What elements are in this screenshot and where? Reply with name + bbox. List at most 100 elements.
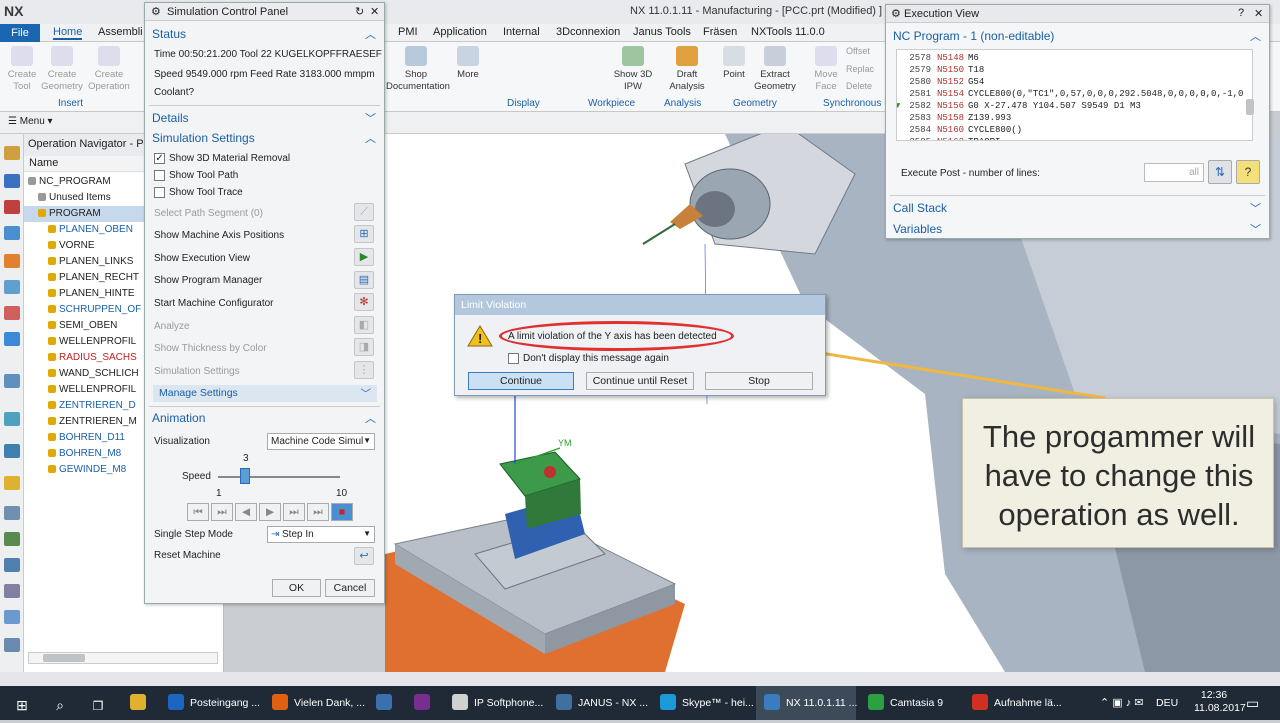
tab-home[interactable]: Home xyxy=(53,26,83,40)
stop-icon[interactable]: ■ xyxy=(331,503,353,521)
visualization-select[interactable]: Machine Code Simul ▼ xyxy=(267,433,375,450)
hd3d-icon[interactable] xyxy=(4,306,20,320)
extract-geometry-button[interactable]: Extract Geometry xyxy=(752,46,798,93)
nc-line[interactable]: 2578 N5148 M6 xyxy=(897,52,978,64)
play-icon[interactable]: ▶ xyxy=(259,503,281,521)
nc-line[interactable]: 2583 N5158 Z139.993 xyxy=(897,112,1011,124)
taskbar-item[interactable]: Skype™ - hei... xyxy=(652,686,754,720)
point-button[interactable]: Point xyxy=(718,46,750,81)
create-tool-button[interactable]: Create Tool xyxy=(4,46,40,93)
execution-view-icon[interactable]: ▶ xyxy=(354,248,374,266)
show-tool-trace-checkbox[interactable] xyxy=(154,187,165,198)
show-program-manager[interactable]: Show Program Manager xyxy=(154,275,262,286)
notification-icon[interactable]: ▭ xyxy=(1246,686,1259,720)
rewind-start-icon[interactable]: ⏮ xyxy=(187,503,209,521)
manage-settings-section[interactable]: Manage Settings ﹀ xyxy=(153,385,377,402)
language-indicator[interactable]: DEU xyxy=(1156,686,1178,720)
process-studio-icon[interactable] xyxy=(4,444,20,458)
reuse-library-icon[interactable] xyxy=(4,280,20,294)
tab-fraesen[interactable]: Fräsen xyxy=(703,26,737,38)
simulation-settings-section[interactable]: Simulation Settings ︿ xyxy=(145,129,384,147)
reset-icon[interactable]: ↻ xyxy=(355,5,364,18)
tab-file[interactable]: File xyxy=(0,24,40,42)
manufacturing-wizard-icon[interactable] xyxy=(4,532,20,546)
assembly-navigator-icon[interactable] xyxy=(4,146,20,160)
nc-line[interactable]: 2585 N5162 TRAORI xyxy=(897,136,1000,140)
tab-assemblies[interactable]: Assembli xyxy=(98,26,143,38)
speed-slider-track[interactable] xyxy=(218,476,340,478)
single-step-select[interactable]: ⇥ Step In ▼ xyxy=(267,526,375,543)
close-icon[interactable]: ✕ xyxy=(370,5,379,18)
palette-icon[interactable] xyxy=(4,558,20,572)
system-materials-icon[interactable] xyxy=(4,412,20,426)
tab-application[interactable]: Application xyxy=(433,26,487,38)
history-icon[interactable] xyxy=(4,374,20,388)
tab-nxtools[interactable]: NXTools 11.0.0 xyxy=(751,26,825,38)
variables-section[interactable]: Variables ﹀ xyxy=(886,220,1269,238)
step-back-icon[interactable]: ⏭ xyxy=(211,503,233,521)
taskbar-item[interactable]: Posteingang ... xyxy=(160,686,260,720)
nc-line[interactable]: ▼ 2582 N5156G0 X-27.478 Y104.507 S9549 D1 … xyxy=(897,100,1141,112)
operation-navigator-icon[interactable] xyxy=(4,226,20,240)
select-path-icon[interactable]: ⟋ xyxy=(354,203,374,221)
show-3d-ipw-button[interactable]: Show 3D IPW xyxy=(612,46,654,93)
show-3d-material-removal-checkbox[interactable]: ✓ xyxy=(154,153,165,164)
roles-icon[interactable] xyxy=(4,476,20,490)
step-forward-icon[interactable]: ⏭ xyxy=(283,503,305,521)
nc-line[interactable]: 2580 N5152 G54 xyxy=(897,76,984,88)
taskbar-item[interactable]: Vielen Dank, ... xyxy=(264,686,365,720)
ok-button[interactable]: OK xyxy=(272,579,321,597)
show-tool-path-checkbox[interactable] xyxy=(154,170,165,181)
shop-documentation-button[interactable]: Shop Documentation xyxy=(386,46,450,93)
speed-slider-thumb[interactable] xyxy=(239,468,250,484)
details-section[interactable]: Details ﹀ xyxy=(145,109,384,127)
stop-button[interactable]: Stop xyxy=(705,372,813,390)
machine-tool-icon[interactable] xyxy=(4,254,20,268)
delete-button[interactable]: Delete xyxy=(846,81,872,91)
post-lines-input[interactable]: all xyxy=(1144,163,1204,182)
menu-button[interactable]: ☰ Menu ▾ xyxy=(8,116,53,127)
axis-positions-icon[interactable]: ⊞ xyxy=(354,225,374,243)
web-browser-icon[interactable] xyxy=(4,332,20,346)
continue-until-reset-button[interactable]: Continue until Reset xyxy=(586,372,694,390)
create-operation-button[interactable]: Create Operation xyxy=(86,46,132,93)
taskbar-item[interactable] xyxy=(406,686,440,720)
offset-button[interactable]: Offset xyxy=(846,46,870,56)
clock[interactable]: 12:36 11.08.2017 xyxy=(1194,689,1246,723)
call-stack-section[interactable]: Call Stack ﹀ xyxy=(886,199,1269,217)
draft-analysis-button[interactable]: Draft Analysis xyxy=(664,46,710,93)
show-execution-view[interactable]: Show Execution View xyxy=(154,253,250,264)
program-manager-icon[interactable]: ▤ xyxy=(354,271,374,289)
help-icon[interactable]: ? xyxy=(1238,7,1244,19)
nc-program-section[interactable]: NC Program - 1 (non-editable) ︿ xyxy=(886,27,1269,45)
taskbar-item[interactable] xyxy=(368,686,402,720)
taskbar-item[interactable]: ❐ xyxy=(82,686,116,720)
constraint-navigator-icon[interactable] xyxy=(4,174,20,188)
show-machine-axis-positions[interactable]: Show Machine Axis Positions xyxy=(154,230,284,241)
move-face-button[interactable]: Move Face xyxy=(810,46,842,93)
nc-line[interactable]: 2584 N5160 CYCLE800() xyxy=(897,124,1022,136)
nc-line[interactable]: 2579 N5150 T18 xyxy=(897,64,984,76)
taskbar-item[interactable]: JANUS - NX ... xyxy=(548,686,648,720)
nc-scroll-thumb[interactable] xyxy=(1246,99,1254,115)
part-navigator-icon[interactable] xyxy=(4,200,20,214)
machine-configurator-icon[interactable]: ✻ xyxy=(354,293,374,311)
taskbar-item[interactable]: ⊞ xyxy=(6,686,40,720)
taskbar-item[interactable] xyxy=(122,686,156,720)
help-question-icon[interactable]: ? xyxy=(1236,160,1260,184)
close-icon[interactable]: ✕ xyxy=(1254,7,1263,20)
reset-machine-icon[interactable]: ↩ xyxy=(354,547,374,565)
tab-pmi[interactable]: PMI xyxy=(398,26,418,38)
tab-internal[interactable]: Internal xyxy=(503,26,540,38)
play-back-icon[interactable]: ◀ xyxy=(235,503,257,521)
more-button[interactable]: More xyxy=(452,46,484,81)
cancel-button[interactable]: Cancel xyxy=(325,579,375,597)
tab-3dconnexion[interactable]: 3Dconnexion xyxy=(556,26,620,38)
dont-display-checkbox[interactable] xyxy=(508,353,519,364)
analyze-icon[interactable]: ◧ xyxy=(354,316,374,334)
thickness-icon[interactable]: ◨ xyxy=(354,338,374,356)
tray-icons[interactable]: ⌃ ▣ ♪ ✉ xyxy=(1100,686,1144,720)
taskbar-item[interactable]: ⌕ xyxy=(44,686,78,720)
taskbar-item[interactable]: Camtasia 9 xyxy=(860,686,960,720)
settings-icon[interactable]: ⋮ xyxy=(354,361,374,379)
